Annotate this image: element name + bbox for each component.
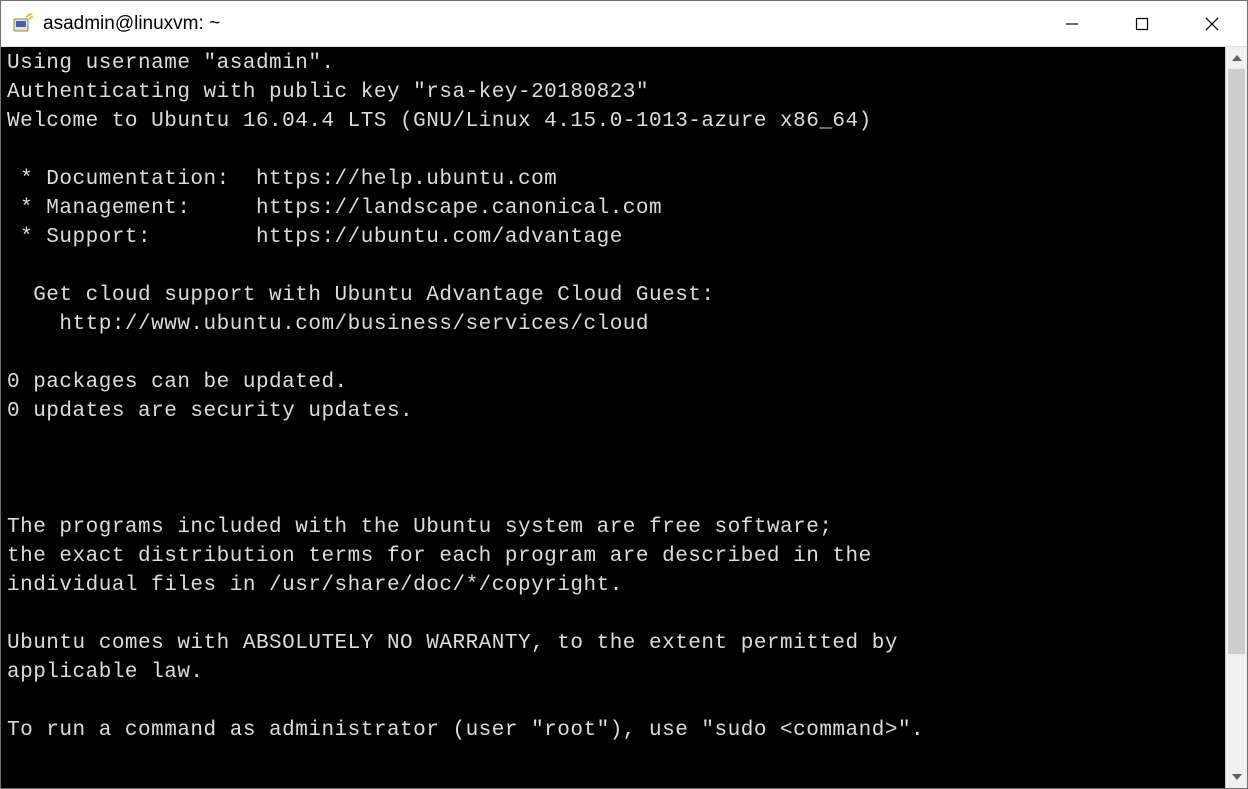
scroll-thumb[interactable] [1228,69,1245,654]
close-icon [1204,16,1220,32]
titlebar-left: asadmin@linuxvm: ~ [1,12,1037,36]
scroll-track[interactable] [1226,69,1247,766]
chevron-down-icon [1232,774,1242,780]
titlebar[interactable]: asadmin@linuxvm: ~ [1,1,1247,47]
window-title: asadmin@linuxvm: ~ [43,13,220,35]
maximize-button[interactable] [1107,1,1177,46]
maximize-icon [1135,17,1149,31]
scrollbar[interactable] [1225,47,1247,788]
terminal-output[interactable]: Using username "asadmin". Authenticating… [1,47,1225,788]
putty-icon [11,12,35,36]
scroll-down-button[interactable] [1226,766,1247,788]
app-window: asadmin@linuxvm: ~ Using username " [0,0,1248,789]
close-button[interactable] [1177,1,1247,46]
minimize-button[interactable] [1037,1,1107,46]
titlebar-controls [1037,1,1247,46]
minimize-icon [1065,17,1079,31]
client-area: Using username "asadmin". Authenticating… [1,47,1247,788]
scroll-up-button[interactable] [1226,47,1247,69]
chevron-up-icon [1232,55,1242,61]
